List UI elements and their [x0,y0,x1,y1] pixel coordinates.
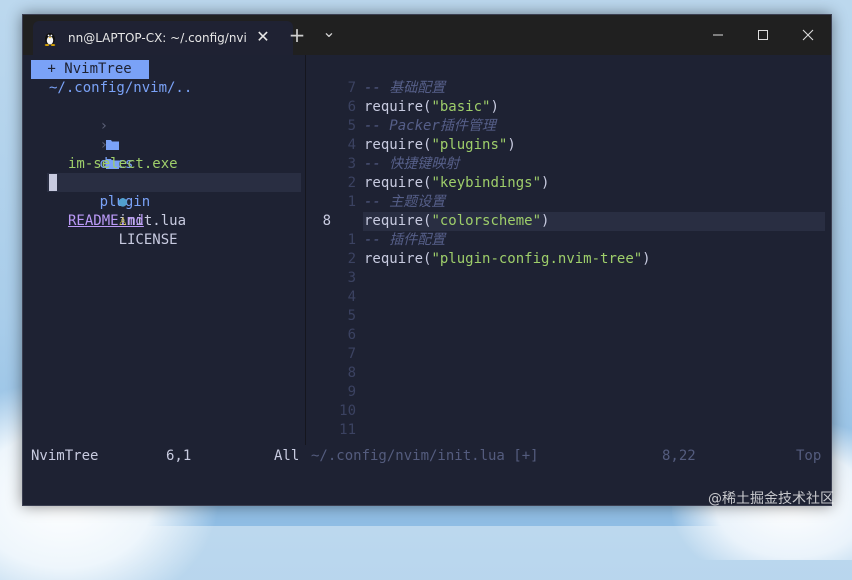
title-bar: nn@LAPTOP-CX: ~/.config/nvim ✕ + ⌄ [23,15,831,55]
text-cursor [49,174,57,191]
code-comment: -- 主题设置 [364,194,446,210]
line-number: 7 [347,80,356,96]
code-keyword: require [364,137,424,153]
line-number: 8 [322,213,331,229]
line-number: 7 [347,346,356,362]
linux-penguin-icon [44,33,56,46]
tree-root-path[interactable]: ~/.config/nvim/.. [49,79,192,98]
terminal-content[interactable]: + NvimTree ~/.config/nvim/.. › docs › lu… [23,55,831,505]
watermark: @稀土掘金技术社区 [708,491,834,507]
tab-dropdown-button[interactable]: ⌄ [319,24,339,45]
status-nvimtree-name: NvimTree [31,448,99,464]
code-keyword: require [364,175,424,191]
line-number: 2 [347,251,356,267]
tree-item-lua[interactable]: › lua [49,117,125,191]
line-number: 9 [347,384,356,400]
code-comment: -- 插件配置 [364,232,446,248]
tree-item-readme[interactable]: README.md [68,212,144,231]
close-icon[interactable] [796,23,820,47]
new-tab-button[interactable]: + [287,25,307,45]
code-line[interactable]: require("keybindings") [364,174,549,193]
line-number: 3 [347,270,356,286]
line-number: 5 [347,308,356,324]
code-line[interactable]: require("basic") [364,98,499,117]
line-number: 4 [347,289,356,305]
line-number: 1 [347,232,356,248]
code-keyword: require [364,251,424,267]
code-string: "basic" [431,99,491,115]
terminal-window: nn@LAPTOP-CX: ~/.config/nvim ✕ + ⌄ + Nvi… [22,14,832,506]
code-paren: ) [490,99,499,115]
code-comment: -- 快捷键映射 [364,156,460,172]
status-editor-percent: Top [796,448,822,464]
code-paren: ) [507,137,516,153]
code-line[interactable]: -- Packer插件管理 [364,117,496,136]
maximize-icon[interactable] [751,23,775,47]
code-paren: ) [642,251,651,267]
tree-item-plugin[interactable]: › plugin [49,136,151,210]
tab-close-icon[interactable]: ✕ [255,29,271,45]
tree-item-license[interactable]: ♙ LICENSE [68,193,178,248]
line-number: 2 [347,175,356,191]
code-string: "colorscheme" [431,213,542,229]
terminal-tab[interactable]: nn@LAPTOP-CX: ~/.config/nvim ✕ [33,21,293,55]
code-line[interactable]: require("colorscheme") [364,212,549,231]
code-line[interactable]: require("plugins") [364,136,516,155]
line-number: 8 [347,365,356,381]
minimize-icon[interactable] [706,23,730,47]
line-number: 5 [347,118,356,134]
status-editor-position: 8,22 [662,448,696,464]
line-number: 11 [339,422,356,438]
line-number: 6 [347,327,356,343]
code-line[interactable]: -- 快捷键映射 [364,155,459,174]
code-paren: ) [541,175,550,191]
status-file-path: ~/.config/nvim/init.lua [+] [311,448,539,464]
code-string: "plugins" [431,137,508,153]
tree-item-docs[interactable]: › docs [49,98,134,172]
code-line[interactable]: -- 插件配置 [364,231,445,250]
code-comment: -- 基础配置 [364,80,446,96]
status-line: NvimTree 6,1 All ~/.config/nvim/init.lua… [23,447,831,466]
line-number: 1 [347,194,356,210]
tab-title: nn@LAPTOP-CX: ~/.config/nvim [68,31,246,45]
status-nvimtree-position: 6,1 [166,448,192,464]
nvimtree-header: + NvimTree [39,61,141,77]
code-string: "plugin-config.nvim-tree" [431,251,643,267]
tree-item-im-select[interactable]: im-select.exe [68,155,178,174]
line-number: 4 [347,137,356,153]
code-comment: -- Packer插件管理 [364,118,496,134]
tree-item-label: LICENSE [118,232,178,248]
code-paren: ) [541,213,550,229]
code-line[interactable]: -- 基础配置 [364,79,445,98]
line-number: 10 [339,403,356,419]
code-keyword: require [364,213,424,229]
tree-item-init-lua[interactable]: ● init.lua [68,174,186,229]
code-line[interactable]: require("plugin-config.nvim-tree") [364,250,651,269]
code-keyword: require [364,99,424,115]
code-line[interactable]: -- 主题设置 [364,193,445,212]
line-number: 6 [347,99,356,115]
line-number: 3 [347,156,356,172]
status-nvimtree-percent: All [274,448,300,464]
code-string: "keybindings" [431,175,542,191]
